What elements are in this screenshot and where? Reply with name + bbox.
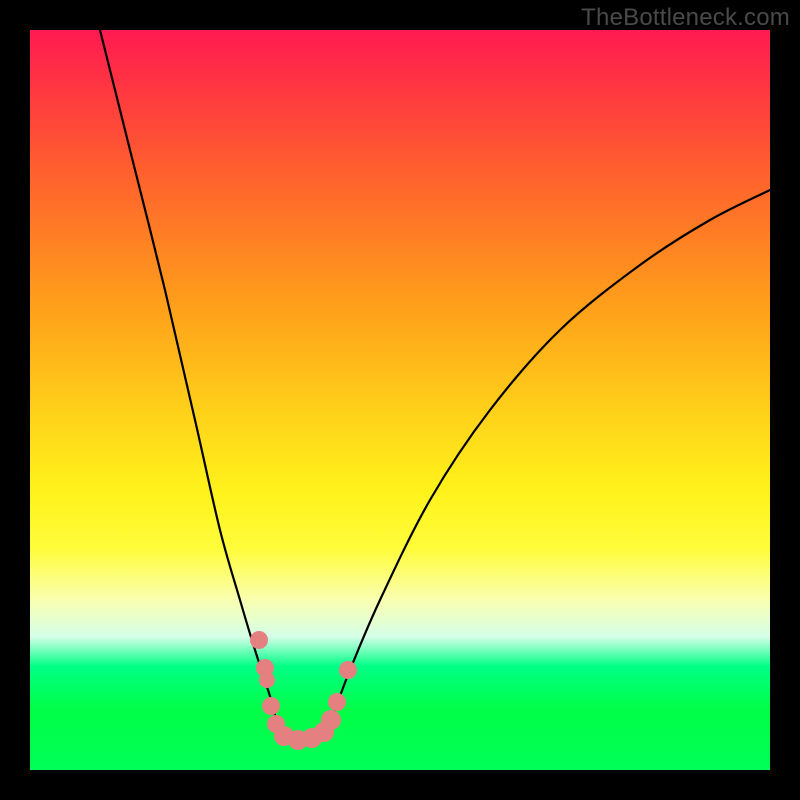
data-marker (339, 661, 357, 679)
chart-frame: TheBottleneck.com (0, 0, 800, 800)
watermark-text: TheBottleneck.com (581, 4, 790, 32)
data-marker (262, 697, 280, 715)
curve-layer (30, 30, 770, 770)
v-curve-path (100, 30, 770, 742)
bottleneck-curve (100, 30, 770, 742)
data-marker (328, 693, 346, 711)
data-marker (250, 631, 268, 649)
data-marker (259, 672, 275, 688)
plot-area (30, 30, 770, 770)
data-marker (321, 710, 341, 730)
